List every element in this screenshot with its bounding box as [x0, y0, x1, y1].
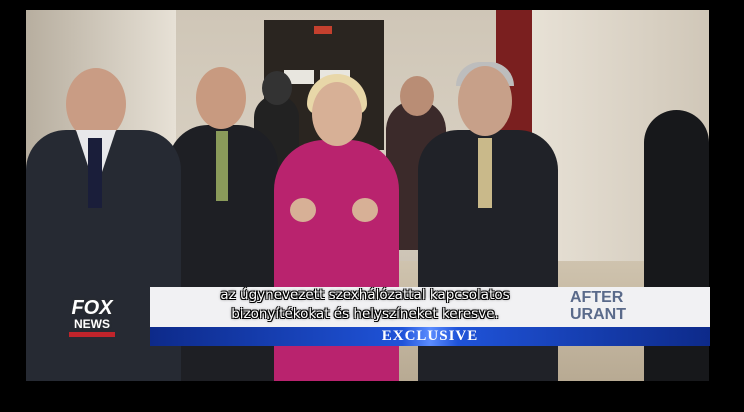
tie	[88, 138, 102, 208]
exclusive-label: EXCLUSIVE	[381, 328, 479, 344]
person-head	[312, 82, 362, 146]
logo-red-bar	[69, 332, 115, 337]
logo-fox: FOX	[71, 297, 113, 319]
person-head	[196, 67, 246, 129]
person-head	[262, 71, 292, 105]
subtitle-line: bizonyítékokat és helyszíneket keresve.	[231, 306, 499, 322]
fox-news-logo: FOX NEWS	[66, 298, 118, 344]
person-head	[400, 76, 434, 116]
subtitle-line: az úgynevezett szexhálózattal kapcsolato…	[220, 287, 510, 303]
person-head	[458, 66, 512, 136]
exit-sign	[314, 26, 332, 34]
tie	[478, 138, 492, 208]
logo-news: NEWS	[74, 317, 110, 331]
person-head	[66, 68, 126, 140]
video-frame: AFTER URANT EXCLUSIVE FOX NEWS az úgynev…	[0, 0, 744, 412]
subtitles: az úgynevezett szexhálózattal kapcsolato…	[150, 286, 580, 324]
tie	[216, 131, 228, 201]
hands	[282, 198, 392, 224]
